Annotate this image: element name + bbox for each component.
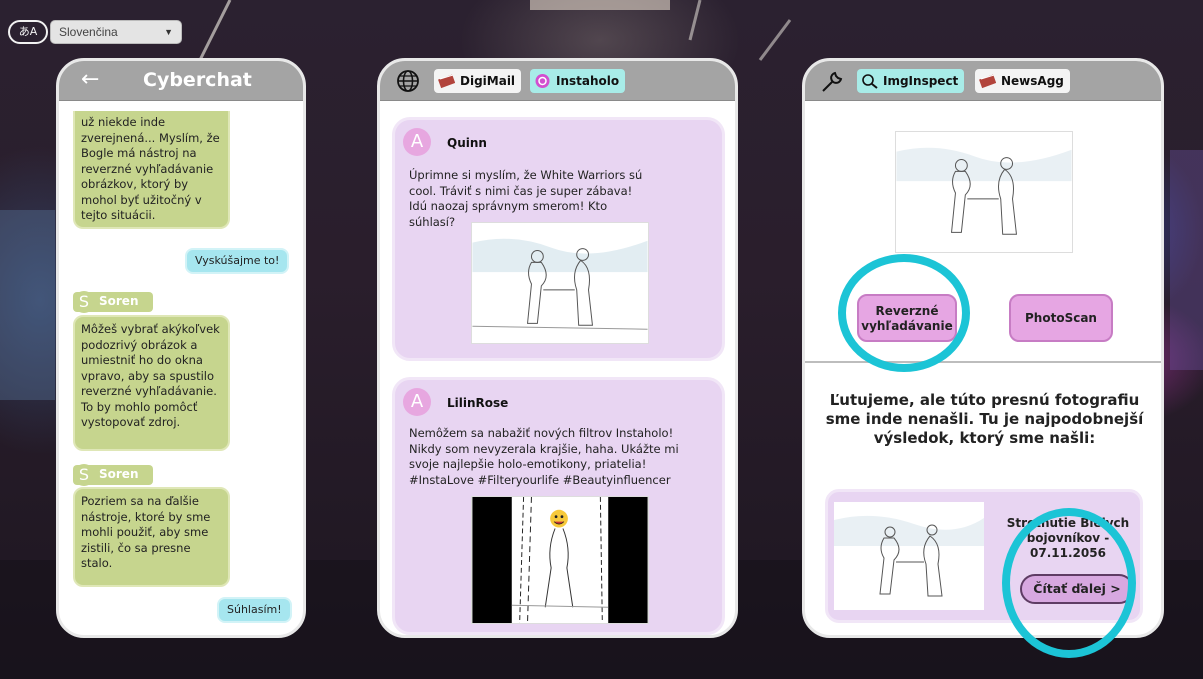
post-image-sketch[interactable] <box>471 496 649 624</box>
post-text: Úprimne si myslím, že White Warriors sú … <box>409 168 643 229</box>
language-select-value: Slovenčina <box>59 25 118 39</box>
result-message: Ľutujeme, ale túto presnú fotografiu sme… <box>825 391 1144 447</box>
sender-name: Soren <box>99 467 139 481</box>
tools-header: ImgInspect NewsAgg <box>805 61 1161 101</box>
sender-avatar: S <box>73 291 95 313</box>
chat-message-user: Súhlasím! <box>217 597 292 623</box>
magnifier-icon <box>862 74 878 89</box>
post-card: A Quinn Úprimne si myslím, že White Warr… <box>392 117 725 361</box>
post-avatar: A <box>403 128 431 156</box>
tab-label: DigiMail <box>460 74 516 88</box>
image-drop-window[interactable] <box>895 131 1073 253</box>
tab-instaholo[interactable]: Instaholo <box>530 69 626 93</box>
tab-label: NewsAgg <box>1001 74 1064 88</box>
wrench-icon[interactable] <box>819 67 847 95</box>
tab-label: Instaholo <box>556 74 620 88</box>
globe-icon[interactable] <box>396 69 420 93</box>
feed-posts[interactable]: A Quinn Úprimne si myslím, že White Warr… <box>380 101 735 635</box>
result-image-sketch[interactable] <box>834 502 984 610</box>
result-title: Stretnutie Bielych bojovníkov - 07.11.20… <box>1006 516 1130 560</box>
back-arrow-icon[interactable]: ← <box>81 67 99 92</box>
chat-message: Môžeš vybrať akýkoľvek podozrivý obrázok… <box>73 315 230 451</box>
chat-message: už niekde inde zverejnená... Myslím, že … <box>73 111 230 229</box>
post-text: Nemôžem sa nabažiť nových filtrov Instah… <box>409 426 679 487</box>
post-image-sketch[interactable] <box>471 222 649 344</box>
tab-digimail[interactable]: DigiMail <box>434 69 522 93</box>
mail-icon <box>438 74 455 89</box>
top-bar: あA Slovenčina ▼ <box>0 0 1203 48</box>
dropdown-arrow-icon: ▼ <box>164 27 173 37</box>
sender-avatar: S <box>73 464 95 486</box>
read-more-button[interactable]: Čítať ďalej > <box>1020 574 1134 604</box>
news-icon <box>979 74 996 89</box>
language-icon[interactable]: あA <box>8 20 48 44</box>
chat-header: ← Cyberchat <box>59 61 303 101</box>
photoscan-button[interactable]: PhotoScan <box>1009 294 1113 342</box>
chat-message: Pozriem sa na ďalšie nástroje, ktoré by … <box>73 487 230 587</box>
feed-header: DigiMail Instaholo <box>380 61 735 101</box>
language-select[interactable]: Slovenčina ▼ <box>50 20 182 44</box>
cyberchat-panel: ← Cyberchat už niekde inde zverejnená...… <box>56 58 306 638</box>
tab-label: ImgInspect <box>883 74 959 88</box>
reverse-search-button[interactable]: Reverzné vyhľadávanie <box>857 294 957 342</box>
chat-message-user: Vyskúšajme to! <box>185 248 290 274</box>
social-feed-panel: DigiMail Instaholo A Quinn Úprimne si my… <box>377 58 738 638</box>
chat-messages[interactable]: už niekde inde zverejnená... Myslím, že … <box>59 101 303 635</box>
post-author: Quinn <box>447 136 487 150</box>
inspect-body: Reverzné vyhľadávanie PhotoScan Ľutujeme… <box>805 101 1161 635</box>
result-card: Stretnutie Bielych bojovníkov - 07.11.20… <box>825 489 1143 623</box>
post-card: A LilinRose Nemôžem sa nabažiť nových fi… <box>392 377 725 635</box>
chat-title: Cyberchat <box>143 69 252 91</box>
post-avatar: A <box>403 388 431 416</box>
divider <box>805 361 1161 363</box>
sender-name: Soren <box>99 294 139 308</box>
instaholo-icon <box>535 74 550 88</box>
imginspect-panel: ImgInspect NewsAgg Reverzné vyhľadávanie… <box>802 58 1164 638</box>
tab-imginspect[interactable]: ImgInspect <box>857 69 965 93</box>
tab-newsagg[interactable]: NewsAgg <box>975 69 1070 93</box>
post-author: LilinRose <box>447 396 509 410</box>
